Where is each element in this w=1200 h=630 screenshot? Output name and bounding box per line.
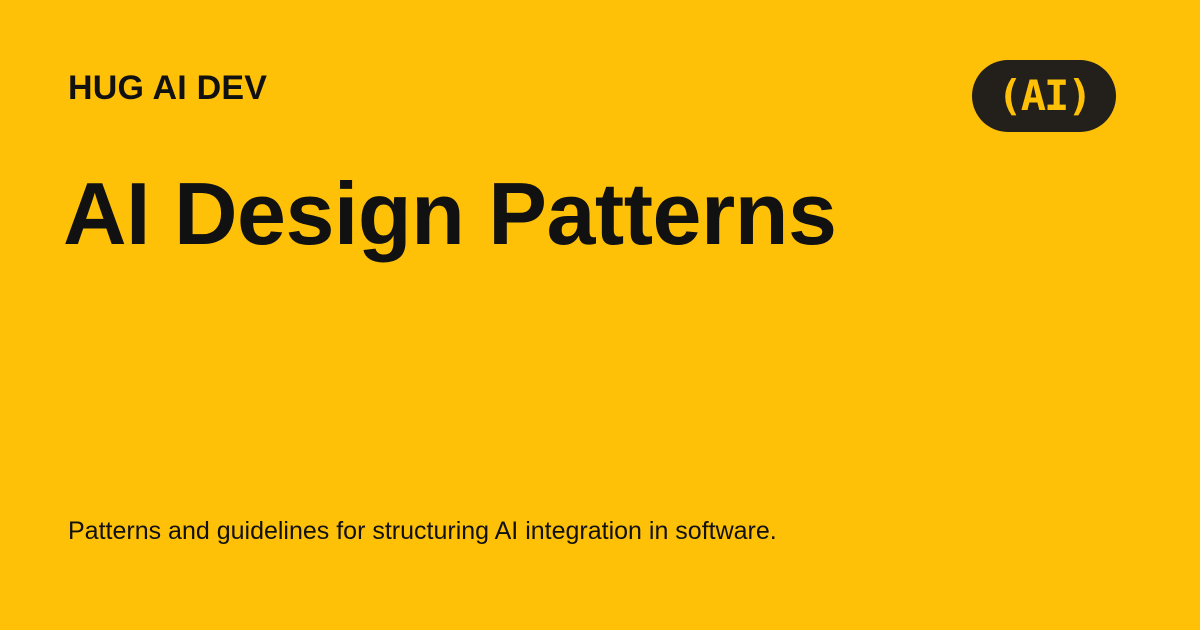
brand-name: HUG AI DEV (68, 69, 268, 107)
page-subtitle: Patterns and guidelines for structuring … (68, 517, 777, 545)
page-title: AI Design Patterns (63, 164, 837, 263)
ai-logo-text: (AI) (997, 71, 1092, 120)
social-card: HUG AI DEV (AI) AI Design Patterns Patte… (0, 0, 1200, 630)
ai-logo: (AI) (972, 60, 1116, 132)
